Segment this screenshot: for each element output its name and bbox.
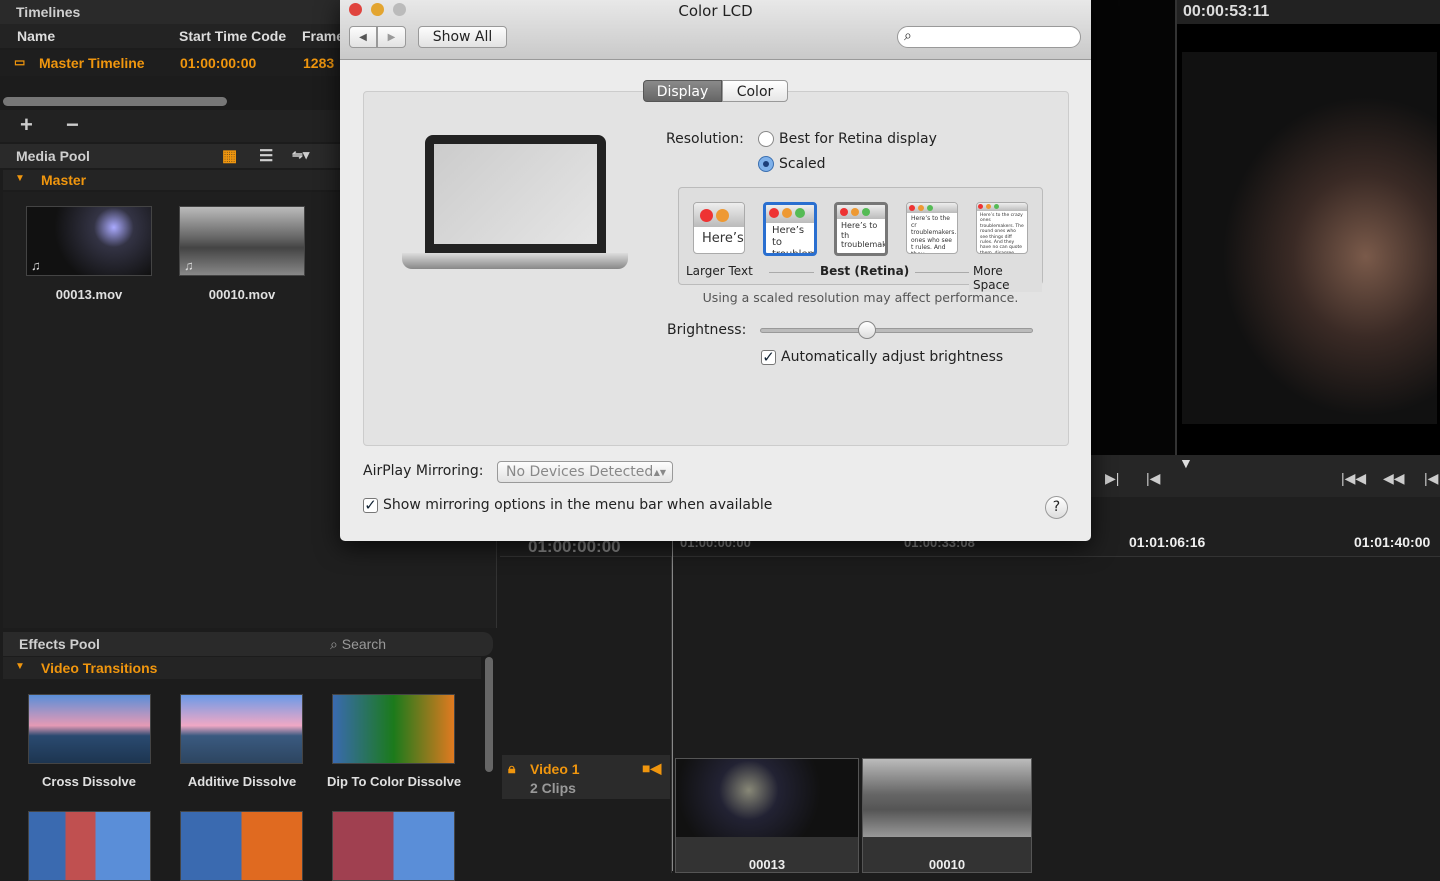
col-start[interactable]: Start Time Code [179,28,286,44]
rewind-icon[interactable]: ◀◀ [1383,470,1405,487]
clip-thumbnail-00010[interactable]: ♫ [179,206,305,276]
radio-scaled[interactable]: Scaled [758,156,826,172]
timelines-scrollbar[interactable] [3,97,227,106]
resolution-label: Resolution: [666,131,744,147]
add-button[interactable]: + [20,112,33,138]
scale-option-4[interactable]: Here’s to the cr troublemakers. ones who… [906,202,958,254]
audio-icon: ♫ [184,258,194,273]
brightness-label: Brightness: [667,322,747,338]
media-folder-master[interactable]: ▼ Master [3,170,340,190]
playhead-marker[interactable]: ▼ [1179,455,1193,471]
scale-options: Here’s Here’s to troublem Here’s to th t… [678,187,1043,292]
window-title: Color LCD [678,2,753,20]
best-retina-label: Best (Retina) [814,264,916,278]
radio-best-for-retina[interactable]: Best for Retina display [758,131,937,147]
help-button[interactable]: ? [1045,496,1068,519]
timelines-toolbar: + − [0,110,340,142]
airplay-select[interactable]: No Devices Detected ▲▼ [497,461,673,483]
timeline-icon: ▭ [14,55,26,69]
effects-search[interactable]: ⌕ Search [330,636,386,653]
effect-thumbnail[interactable] [332,811,455,881]
effect-thumbnail[interactable] [180,811,303,881]
video-camera-icon[interactable]: ■◀ [642,760,661,777]
tab-color[interactable]: Color [722,80,788,102]
effect-label: Dip To Color Dissolve [326,774,462,789]
ruler-label: 01:01:06:16 [1129,534,1206,550]
timelines-columns: Name Start Time Code Frames [0,24,352,48]
transport-controls: ▼ ▶| |◀ |◀◀ ◀◀ |◀ [1091,455,1440,497]
effect-cross-dissolve[interactable] [28,694,151,764]
video-frame [1182,52,1437,424]
scale-more-space[interactable]: Here’s to the crazy ones troublemakers. … [976,202,1028,254]
window-toolbar: Color LCD ◀ ▶ Show All ⌕ [340,0,1091,60]
more-space-label: More Space [969,264,1042,292]
display-preferences-window: Color LCD ◀ ▶ Show All ⌕ Display Color R… [340,0,1091,541]
effect-thumbnail[interactable] [28,811,151,881]
viewer[interactable]: 00:00:53:11 [1175,0,1440,455]
back-button[interactable]: ◀ [349,26,377,48]
clip-name: 00013.mov [55,287,123,302]
scale-option-2[interactable]: Here’s to troublem [763,202,817,256]
next-frame-icon[interactable]: ▶| [1105,470,1119,487]
clip-thumbnail-00013[interactable]: ♫ [26,206,152,276]
larger-text-label: Larger Text [686,264,753,278]
disclosure-icon: ▼ [15,173,25,184]
effect-label: Additive Dissolve [187,774,297,789]
tab-bar: Display Color [643,80,788,102]
col-name[interactable]: Name [17,28,55,44]
media-pool-header: Media Pool ▦ ☰ ⇋▾ [0,144,340,168]
airplay-label: AirPlay Mirroring: [363,463,484,479]
stepper-icon: ▲▼ [653,467,666,477]
effects-folder[interactable]: ▼ Video Transitions [3,657,481,679]
scale-larger-text[interactable]: Here’s [693,202,745,254]
tab-display[interactable]: Display [643,80,722,102]
forward-button[interactable]: ▶ [377,26,406,48]
remove-button[interactable]: − [66,112,79,138]
audio-icon: ♫ [31,258,41,273]
performance-note: Using a scaled resolution may affect per… [702,290,1019,305]
effects-scrollbar[interactable] [485,657,493,772]
clip-name: 00010.mov [208,287,276,302]
search-input[interactable]: ⌕ [897,26,1081,48]
lock-icon[interactable]: 🔒︎ [508,760,515,777]
track-header-video1[interactable]: 🔒︎ Video 1 2 Clips ■◀ [502,755,670,799]
scale-best-retina[interactable]: Here’s to th troublemak ones who [834,202,888,256]
ruler-label: 01:01:40:00 [1354,534,1431,550]
playhead[interactable] [672,541,673,871]
jump-start-icon[interactable]: |◀◀ [1341,470,1366,487]
effect-label: Cross Dissolve [42,774,136,789]
list-view-icon[interactable]: ☰ [259,146,273,166]
prev-icon[interactable]: |◀ [1424,470,1438,487]
search-icon: ⌕ [904,28,912,44]
viewer-timecode: 00:00:53:11 [1177,0,1440,24]
sort-icon[interactable]: ⇋▾ [292,147,309,163]
timeline-clip-00013[interactable]: 00013 [675,758,859,873]
grid-view-icon[interactable]: ▦ [222,146,237,166]
auto-brightness-checkbox[interactable]: ✓ Automatically adjust brightness [761,349,1003,365]
mirroring-checkbox[interactable]: ✓ Show mirroring options in the menu bar … [363,497,772,513]
effect-additive-dissolve[interactable] [180,694,303,764]
timeline-clip-00010[interactable]: 00010 [862,758,1032,873]
prev-frame-icon[interactable]: |◀ [1146,470,1160,487]
effects-pool-header: Effects Pool ⌕ Search [3,632,493,656]
show-all-button[interactable]: Show All [418,26,507,48]
disclosure-icon: ▼ [15,661,25,672]
timeline-row[interactable]: ▭ Master Timeline 01:00:00:00 1283 [0,50,340,76]
brightness-slider[interactable] [760,321,1033,339]
timelines-header: Timelines [0,0,340,24]
laptop-image [425,135,606,253]
effect-dip-to-color[interactable] [332,694,455,764]
